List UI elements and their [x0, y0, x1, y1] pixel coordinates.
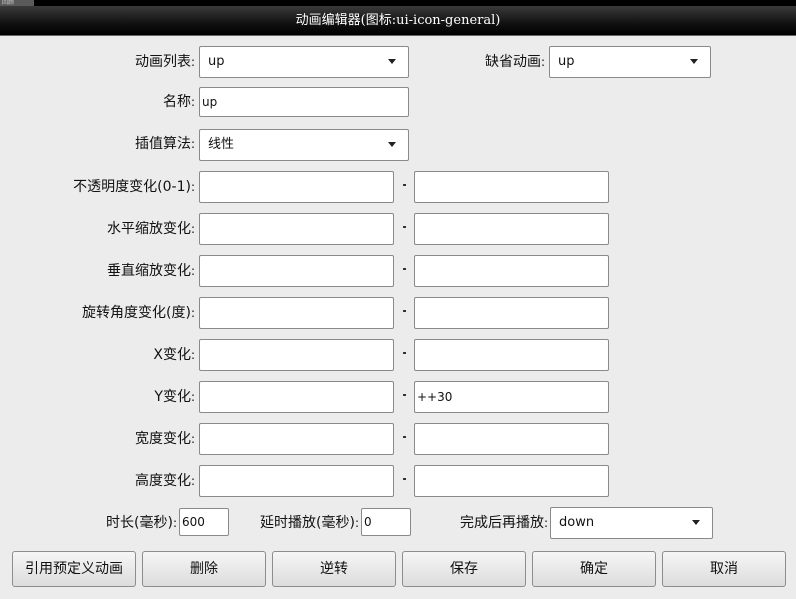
- hscale-to-input[interactable]: [414, 213, 609, 245]
- default-anim-select[interactable]: up: [549, 46, 711, 78]
- name-label: 名称:: [162, 94, 195, 110]
- range-separator: [403, 352, 406, 354]
- height-from-input[interactable]: [199, 465, 394, 497]
- range-separator: [403, 226, 406, 228]
- vscale-from-input[interactable]: [199, 255, 394, 287]
- duration-input[interactable]: 600: [179, 508, 229, 536]
- interp-select[interactable]: 线性: [199, 129, 409, 161]
- range-separator: [403, 268, 406, 270]
- hscale-from-input[interactable]: [199, 213, 394, 245]
- next-anim-select[interactable]: down: [550, 507, 713, 539]
- cancel-button[interactable]: 取消: [662, 551, 786, 587]
- chevron-down-icon: [388, 142, 396, 147]
- height-label: 高度变化:: [134, 473, 195, 489]
- rotate-from-input[interactable]: [199, 297, 394, 329]
- chevron-down-icon: [388, 59, 396, 64]
- hscale-label: 水平缩放变化:: [106, 221, 195, 237]
- vscale-label: 垂直缩放变化:: [106, 263, 195, 279]
- rotate-label: 旋转角度变化(度):: [82, 305, 195, 321]
- anim-list-label: 动画列表:: [134, 54, 195, 70]
- use-predefined-button[interactable]: 引用预定义动画: [12, 551, 136, 587]
- interp-label: 插值算法:: [134, 136, 195, 152]
- range-separator: [403, 184, 406, 186]
- range-separator: [403, 394, 406, 396]
- window-title: 动画编辑器(图标:ui-icon-general): [0, 6, 796, 36]
- save-button[interactable]: 保存: [402, 551, 526, 587]
- ok-button[interactable]: 确定: [532, 551, 656, 587]
- delay-label: 延时播放(毫秒):: [260, 515, 359, 531]
- chevron-down-icon: [692, 520, 700, 525]
- x-label: X变化:: [153, 347, 195, 363]
- delay-input[interactable]: 0: [361, 508, 411, 536]
- chevron-down-icon: [690, 59, 698, 64]
- delete-button[interactable]: 删除: [142, 551, 266, 587]
- y-to-input[interactable]: ++30: [414, 381, 609, 413]
- opacity-from-input[interactable]: [199, 171, 394, 203]
- width-to-input[interactable]: [414, 423, 609, 455]
- x-from-input[interactable]: [199, 339, 394, 371]
- animation-editor-dialog: 动画列表: up 缺省动画: up 名称: up 插值算法: 线性 不透明度变化…: [0, 36, 796, 599]
- y-label: Y变化:: [154, 389, 195, 405]
- name-input[interactable]: up: [199, 87, 409, 117]
- interp-value: 线性: [208, 137, 235, 152]
- default-anim-label: 缺省动画:: [484, 54, 545, 70]
- duration-label: 时长(毫秒):: [106, 515, 177, 531]
- anim-list-value: up: [208, 54, 225, 69]
- range-separator: [403, 436, 406, 438]
- vscale-to-input[interactable]: [414, 255, 609, 287]
- reverse-button[interactable]: 逆转: [272, 551, 396, 587]
- width-from-input[interactable]: [199, 423, 394, 455]
- next-label: 完成后再播放:: [460, 515, 549, 531]
- height-to-input[interactable]: [414, 465, 609, 497]
- range-separator: [403, 478, 406, 480]
- rotate-to-input[interactable]: [414, 297, 609, 329]
- width-label: 宽度变化:: [134, 431, 195, 447]
- opacity-label: 不透明度变化(0-1):: [73, 179, 195, 195]
- x-to-input[interactable]: [414, 339, 609, 371]
- y-from-input[interactable]: [199, 381, 394, 413]
- default-anim-value: up: [558, 54, 575, 69]
- anim-list-select[interactable]: up: [199, 46, 409, 78]
- next-anim-value: down: [559, 515, 595, 530]
- range-separator: [403, 310, 406, 312]
- opacity-to-input[interactable]: [414, 171, 609, 203]
